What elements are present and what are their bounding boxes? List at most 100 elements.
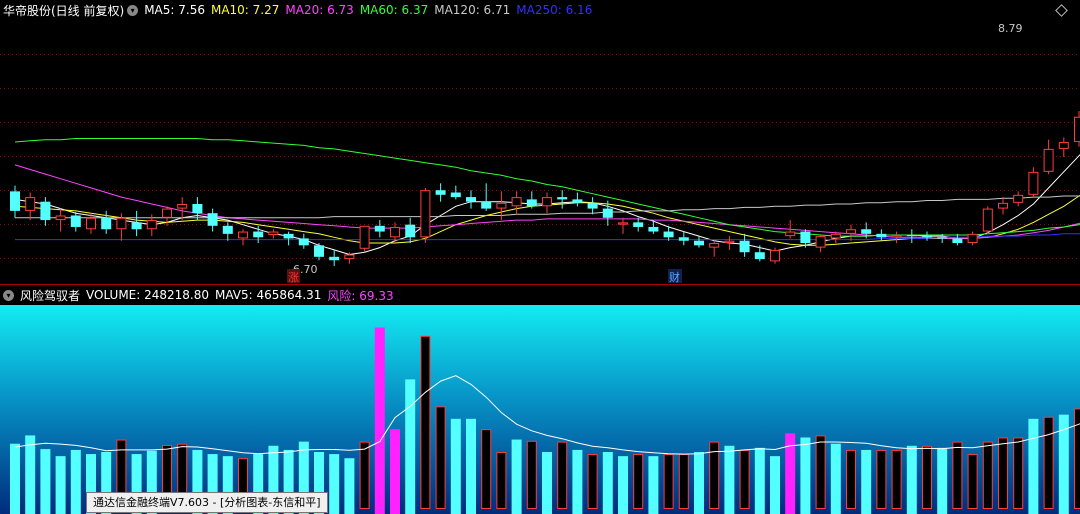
dropdown-icon[interactable]: ▾	[127, 4, 139, 16]
candle-body	[800, 231, 811, 244]
volume-bar	[496, 451, 507, 510]
volume-bar	[937, 447, 948, 514]
ma20-legend: MA20: 6.73	[285, 3, 354, 17]
candle-body	[678, 237, 689, 241]
volume-bar	[982, 441, 993, 509]
candle-body	[177, 203, 188, 209]
candle-body	[694, 240, 704, 246]
volume-bar	[800, 437, 811, 514]
volume-bar	[663, 454, 674, 509]
candle-body	[511, 197, 522, 207]
volume-bar	[10, 443, 20, 514]
volume-bar	[846, 449, 856, 509]
candle-body	[815, 236, 826, 248]
volume-bar	[967, 454, 978, 509]
cai-marker[interactable]: 财	[669, 270, 680, 284]
candle-body	[359, 225, 370, 249]
candle-body	[526, 199, 537, 207]
candle-body	[207, 213, 218, 226]
price-panel-background	[0, 20, 1080, 284]
volume-bar	[739, 449, 750, 509]
candle-body	[1013, 194, 1024, 203]
candle-body	[572, 199, 583, 203]
candle-body	[542, 197, 552, 207]
candle-body	[10, 191, 20, 211]
candle-body	[1028, 171, 1039, 195]
volume-bar	[40, 449, 51, 514]
volume-bar	[618, 456, 628, 514]
candle-body	[998, 202, 1008, 209]
candle-body	[298, 238, 309, 246]
candle-body	[754, 252, 765, 260]
candle-body	[450, 192, 461, 198]
candle-body	[861, 229, 872, 234]
volume-bar	[587, 454, 598, 509]
candle-body	[709, 243, 720, 248]
volume-bar	[526, 440, 537, 510]
candle-body	[390, 226, 400, 238]
volume-bar	[1013, 437, 1024, 509]
candle-body	[496, 202, 507, 209]
candle-body	[724, 240, 735, 244]
candle-body	[557, 197, 568, 200]
chart-header: 华帝股份(日线 前复权) ▾ MA5: 7.56 MA10: 7.27 MA20…	[0, 0, 1080, 20]
volume-bar	[359, 441, 370, 509]
volume-bar	[861, 449, 872, 514]
volume-bar	[952, 441, 963, 509]
candle-body	[982, 208, 993, 232]
candle-body	[876, 233, 887, 238]
volume-bar	[55, 456, 66, 514]
volume-bar	[906, 445, 917, 514]
ma5-legend: MA5: 7.56	[144, 3, 205, 17]
volume-bar	[876, 449, 887, 509]
candle-body	[55, 215, 66, 221]
candle-body	[648, 226, 659, 232]
volume-bar	[770, 456, 780, 514]
candle-body	[283, 233, 294, 239]
volume-bar	[922, 445, 932, 509]
ma60-legend: MA60: 6.37	[359, 3, 429, 17]
candle-body	[344, 254, 355, 260]
volume-bar	[724, 445, 735, 514]
candle-body	[846, 229, 856, 234]
dropdown-icon[interactable]: ▾	[3, 289, 14, 301]
candle-body	[602, 208, 613, 218]
volume-bar	[405, 379, 416, 514]
candle-body	[1074, 116, 1080, 142]
candle-body	[253, 231, 264, 238]
volume-bar	[420, 335, 431, 510]
volume-bar	[390, 429, 400, 514]
candle-body	[1043, 148, 1054, 172]
candle-body	[618, 222, 628, 225]
candle-body	[967, 233, 978, 244]
candle-body	[162, 208, 172, 218]
volume-bar	[754, 447, 765, 514]
candle-body	[268, 231, 279, 235]
zhang-marker[interactable]: 涨	[288, 271, 299, 284]
stock-chart[interactable]: 8.79 6.70 涨 财	[0, 0, 1080, 514]
candle-body	[222, 225, 233, 234]
candle-body	[101, 217, 112, 230]
candle-body	[937, 237, 948, 239]
candle-body	[922, 236, 932, 238]
volume-readout: VOLUME: 248218.80	[86, 288, 210, 302]
candle-body	[587, 202, 598, 209]
volume-bar	[466, 418, 476, 514]
ma10-legend: MA10: 7.27	[210, 3, 280, 17]
candle-body	[192, 203, 203, 214]
candle-body	[891, 234, 902, 238]
candle-body	[830, 233, 841, 239]
diamond-icon[interactable]	[1055, 4, 1068, 17]
volume-bar	[329, 454, 340, 514]
volume-bar	[694, 451, 704, 514]
candle-body	[1058, 141, 1069, 149]
candle-body	[481, 201, 492, 209]
ma120-legend: MA120: 6.71	[434, 3, 511, 17]
volume-bar	[344, 458, 355, 514]
candle-body	[70, 215, 81, 227]
indicator-header: ▾ 风险驾驭者 VOLUME: 248218.80 MAV5: 465864.3…	[0, 285, 1080, 305]
high-label: 8.79	[998, 22, 1023, 35]
volume-bar	[25, 435, 36, 514]
candle-body	[466, 197, 476, 202]
candle-body	[770, 249, 780, 262]
